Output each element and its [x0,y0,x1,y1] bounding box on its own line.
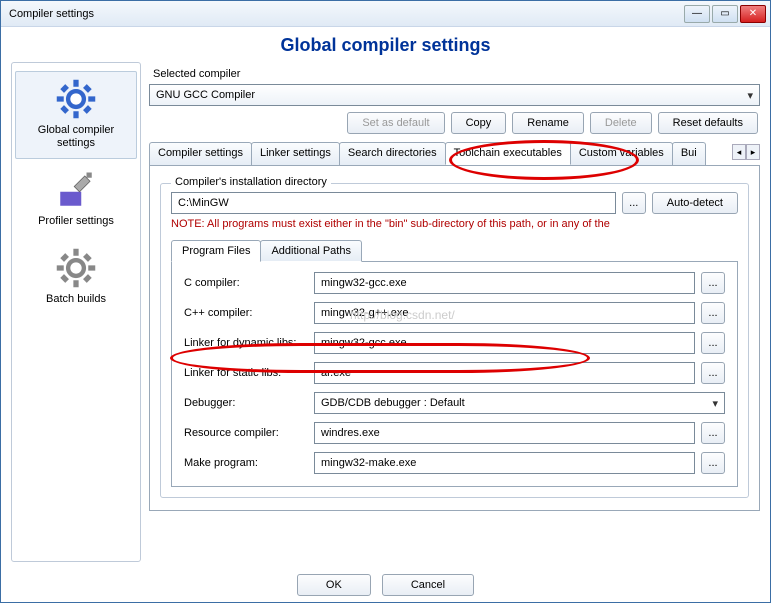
inner-tabs: Program Files Additional Paths [171,240,738,262]
row-debugger: Debugger: GDB/CDB debugger : Default [184,392,725,414]
main-area: Global compiler settings Profiler settin… [1,62,770,562]
inner-tab-additional-paths[interactable]: Additional Paths [260,240,362,262]
sidebar-item-label: Profiler settings [16,215,136,228]
tab-toolchain-executables[interactable]: Toolchain executables [445,142,571,165]
delete-button[interactable]: Delete [590,112,652,134]
browse-c-compiler-button[interactable]: ... [701,272,725,294]
copy-button[interactable]: Copy [451,112,507,134]
row-make-program: Make program: mingw32-make.exe ... [184,452,725,474]
browse-make-program-button[interactable]: ... [701,452,725,474]
tab-scroll: ◂ ▸ [732,144,760,160]
tab-custom-variables[interactable]: Custom variables [570,142,673,165]
cpp-compiler-label: C++ compiler: [184,307,314,319]
sidebar-item-profiler[interactable]: Profiler settings [12,161,140,238]
make-program-input[interactable]: mingw32-make.exe [314,452,695,474]
program-files-panel: C compiler: mingw32-gcc.exe ... C++ comp… [171,261,738,487]
page-title: Global compiler settings [1,27,770,62]
row-cpp-compiler: C++ compiler: mingw32-g++.exe ... [184,302,725,324]
compiler-button-row: Set as default Copy Rename Delete Reset … [149,112,760,134]
sidebar-item-batch[interactable]: Batch builds [12,239,140,316]
linker-dynamic-input[interactable]: mingw32-gcc.exe [314,332,695,354]
auto-detect-button[interactable]: Auto-detect [652,192,738,214]
window-title: Compiler settings [5,8,684,20]
linker-dynamic-label: Linker for dynamic libs: [184,337,314,349]
tab-linker-settings[interactable]: Linker settings [251,142,340,165]
install-dir-note: NOTE: All programs must exist either in … [171,218,738,230]
cancel-button[interactable]: Cancel [382,574,474,596]
titlebar: Compiler settings — ▭ ✕ [1,1,770,27]
cpp-compiler-input[interactable]: mingw32-g++.exe [314,302,695,324]
tab-compiler-settings[interactable]: Compiler settings [149,142,252,165]
compiler-select-value: GNU GCC Compiler [156,89,255,101]
window-frame: Compiler settings — ▭ ✕ Global compiler … [0,0,771,603]
c-compiler-label: C compiler: [184,277,314,289]
sidebar-item-global-compiler[interactable]: Global compiler settings [15,71,137,159]
sidebar: Global compiler settings Profiler settin… [11,62,141,562]
rename-button[interactable]: Rename [512,112,584,134]
browse-linker-dynamic-button[interactable]: ... [701,332,725,354]
row-c-compiler: C compiler: mingw32-gcc.exe ... [184,272,725,294]
sidebar-item-label: Batch builds [16,293,136,306]
make-program-label: Make program: [184,457,314,469]
compiler-select[interactable]: GNU GCC Compiler [149,84,760,106]
minimize-button[interactable]: — [684,5,710,23]
inner-tab-program-files[interactable]: Program Files [171,240,261,262]
install-dir-value: C:\MinGW [178,197,229,209]
tab-panel: Compiler's installation directory C:\Min… [149,165,760,511]
dialog-buttons: OK Cancel [1,562,770,608]
maximize-button[interactable]: ▭ [712,5,738,23]
gear-icon [55,78,97,120]
set-default-button[interactable]: Set as default [347,112,444,134]
tab-scroll-left[interactable]: ◂ [732,144,746,160]
browse-resource-compiler-button[interactable]: ... [701,422,725,444]
tab-search-directories[interactable]: Search directories [339,142,446,165]
close-button[interactable]: ✕ [740,5,766,23]
linker-static-label: Linker for static libs: [184,367,314,379]
selected-compiler-label: Selected compiler [153,68,760,80]
row-linker-dynamic: Linker for dynamic libs: mingw32-gcc.exe… [184,332,725,354]
c-compiler-input[interactable]: mingw32-gcc.exe [314,272,695,294]
ok-button[interactable]: OK [297,574,371,596]
profiler-icon [55,169,97,211]
window-controls: — ▭ ✕ [684,5,766,23]
resource-compiler-input[interactable]: windres.exe [314,422,695,444]
install-dir-group-title: Compiler's installation directory [171,176,331,188]
content: Selected compiler GNU GCC Compiler Set a… [149,62,760,562]
browse-linker-static-button[interactable]: ... [701,362,725,384]
tab-strip: Compiler settings Linker settings Search… [149,142,760,165]
row-linker-static: Linker for static libs: ar.exe ... [184,362,725,384]
tab-scroll-right[interactable]: ▸ [746,144,760,160]
install-dir-input[interactable]: C:\MinGW [171,192,616,214]
linker-static-input[interactable]: ar.exe [314,362,695,384]
install-dir-group: Compiler's installation directory C:\Min… [160,183,749,498]
browse-install-dir-button[interactable]: ... [622,192,646,214]
debugger-select[interactable]: GDB/CDB debugger : Default [314,392,725,414]
browse-cpp-compiler-button[interactable]: ... [701,302,725,324]
row-resource-compiler: Resource compiler: windres.exe ... [184,422,725,444]
gear-icon [55,247,97,289]
resource-compiler-label: Resource compiler: [184,427,314,439]
reset-defaults-button[interactable]: Reset defaults [658,112,758,134]
sidebar-item-label: Global compiler settings [20,124,132,150]
tab-build-options[interactable]: Bui [672,142,706,165]
debugger-label: Debugger: [184,397,314,409]
